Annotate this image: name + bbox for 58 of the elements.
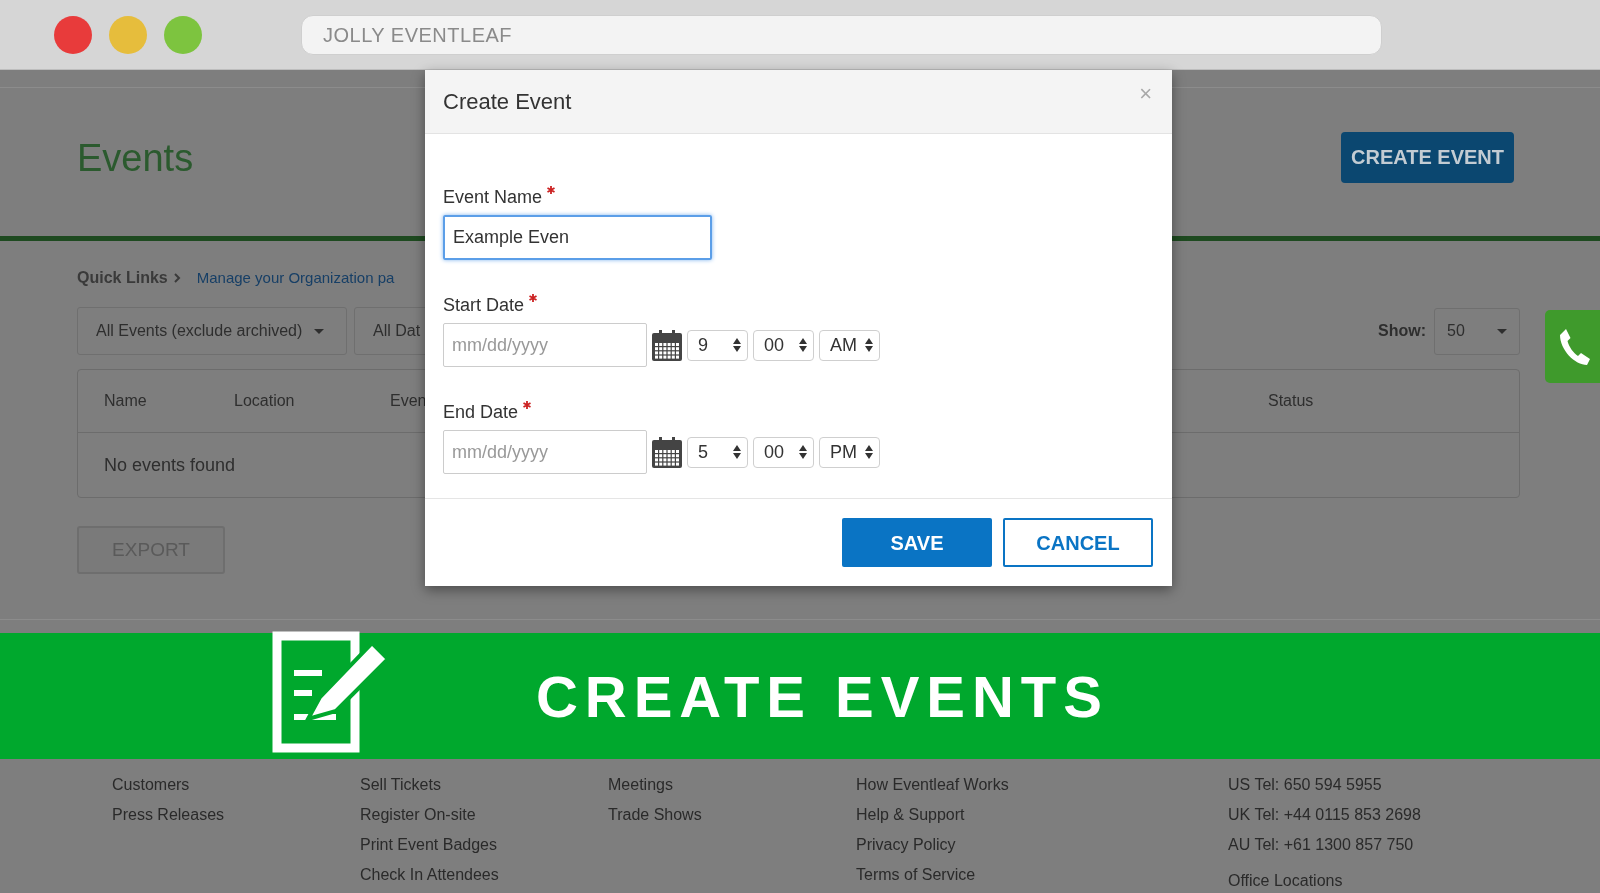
footer-link[interactable]: Terms of Service — [856, 862, 1228, 892]
footer-link[interactable]: Check In Attendees — [360, 862, 608, 892]
hour-stepper[interactable]: 5 — [687, 436, 748, 468]
footer-link[interactable]: Meetings — [608, 772, 856, 802]
field-label: End Date — [443, 401, 519, 423]
column-header[interactable]: Status — [1268, 389, 1314, 413]
create-event-button[interactable]: CREATE EVENT — [1341, 131, 1514, 183]
filter-dropdown[interactable]: All Events (exclude archived) — [77, 307, 347, 355]
column-header[interactable]: Location — [234, 389, 390, 413]
chevron-right-icon — [173, 273, 181, 283]
footer-link[interactable]: Press Releases — [112, 802, 360, 832]
field-label: Event Name — [443, 186, 543, 208]
footer-link[interactable]: Privacy Policy — [856, 832, 1228, 862]
close-button[interactable]: × — [1139, 77, 1152, 110]
minute-stepper[interactable]: 00 — [753, 329, 814, 361]
stepper-arrows-icon — [799, 444, 807, 460]
quick-links-label: Quick Links — [77, 268, 168, 288]
footer-link[interactable]: Customers — [112, 772, 360, 802]
stepper-arrows-icon — [799, 337, 807, 353]
footer-link[interactable]: Office Locations — [1228, 868, 1421, 893]
footer-link[interactable]: Register On-site — [360, 802, 608, 832]
footer-link[interactable]: How Eventleaf Works — [856, 772, 1228, 802]
footer-link[interactable]: Help & Support — [856, 802, 1228, 832]
footer-link[interactable]: Sell Tickets — [360, 772, 608, 802]
stepper-arrows-icon — [733, 444, 741, 460]
stepper-arrows-icon — [865, 444, 873, 460]
calendar-icon[interactable] — [652, 329, 682, 361]
caret-icon — [314, 328, 325, 334]
minute-stepper[interactable]: 00 — [753, 436, 814, 468]
column-header[interactable]: Name — [104, 389, 234, 413]
show-label: Show: — [1378, 321, 1426, 341]
caret-icon — [1497, 328, 1507, 334]
event-name-input[interactable]: Example Even — [443, 215, 712, 260]
close-window-icon[interactable] — [54, 15, 92, 54]
footer-link[interactable]: Print Event Badges — [360, 832, 608, 862]
stepper-arrows-icon — [733, 337, 741, 353]
date-input[interactable]: mm/dd/yyyy — [443, 323, 647, 367]
am-pm-stepper[interactable]: AM — [819, 329, 880, 361]
am-pm-stepper[interactable]: PM — [819, 436, 880, 468]
calendar-icon[interactable] — [652, 436, 682, 468]
date-input[interactable]: mm/dd/yyyy — [443, 430, 647, 474]
footer-link[interactable]: UK Tel: +44 0115 853 2698 — [1228, 802, 1421, 832]
empty-message: No events found — [104, 453, 236, 477]
footer-link[interactable]: Trade Shows — [608, 802, 856, 832]
page-size-select[interactable]: 50 — [1434, 307, 1520, 355]
dialog-title: Create Event — [443, 88, 572, 116]
address-bar[interactable]: JOLLY EVENTLEAF — [301, 14, 1382, 55]
footer-link[interactable]: AU Tel: +61 1300 857 750 — [1228, 832, 1421, 862]
field-label: Start Date — [443, 294, 525, 316]
stepper-arrows-icon — [865, 337, 873, 353]
page-title: Events — [77, 135, 194, 181]
hour-stepper[interactable]: 9 — [687, 329, 748, 361]
cancel-button[interactable]: CANCEL — [1003, 518, 1153, 567]
banner-title: CREATE EVENTS — [536, 662, 1109, 731]
phone-button[interactable] — [1545, 310, 1600, 383]
footer-link[interactable]: US Tel: 650 594 5955 — [1228, 772, 1421, 802]
save-button[interactable]: SAVE — [842, 518, 992, 567]
organization-link[interactable]: Manage your Organization pa — [196, 266, 395, 290]
